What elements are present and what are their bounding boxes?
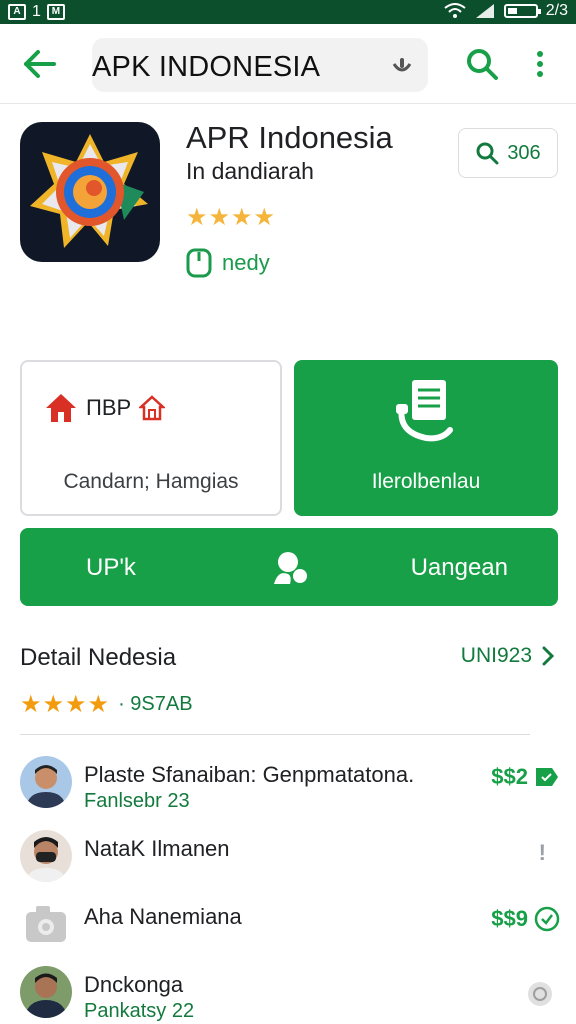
review-action[interactable]: $$2 xyxy=(491,764,560,790)
review-name: NataK Ilmanen xyxy=(84,836,230,861)
card-brand-text: ΠΒΡ xyxy=(86,395,132,420)
details-stars: ★★★★ xyxy=(20,691,111,718)
install-button[interactable]: UP'k Uangean xyxy=(20,528,558,606)
review-action[interactable]: $$9 xyxy=(491,906,560,932)
avatar xyxy=(20,756,72,808)
more-vert-icon[interactable] xyxy=(526,46,554,82)
status-right: 2/3 xyxy=(444,2,568,20)
review-item[interactable]: NataK Ilmanen ! xyxy=(20,830,560,890)
details-link[interactable]: UNI923 xyxy=(461,644,554,668)
app-icon xyxy=(20,122,160,262)
review-date: Fanlsebr 23 xyxy=(84,790,190,812)
install-right-label: Uangean xyxy=(410,554,508,581)
avatar xyxy=(20,830,72,882)
review-item[interactable]: Aha Nanemiana $$9 xyxy=(20,898,560,958)
status-bar: A 1 M 2/3 xyxy=(0,0,576,24)
search-field[interactable]: APK INDONESIA xyxy=(92,38,428,92)
review-name: Aha Nanemiana xyxy=(84,904,242,929)
action-card[interactable]: Ilerolbenlau xyxy=(294,360,558,516)
search-query: APK INDONESIA xyxy=(92,51,321,83)
search-icon[interactable] xyxy=(462,46,502,82)
avatar xyxy=(20,966,72,1018)
person-avatar xyxy=(20,830,72,882)
wifi-icon xyxy=(444,3,466,18)
ready-text: nedy xyxy=(222,250,270,275)
document-phone-icon xyxy=(396,380,453,442)
divider xyxy=(20,734,530,735)
battery-level xyxy=(507,8,517,14)
info-card[interactable]: ΠΒΡ Candarn; Hamgias xyxy=(20,360,282,516)
circle-icon xyxy=(528,982,552,1006)
alert-icon: ! xyxy=(538,840,546,865)
review-date: Pankatsy 22 xyxy=(84,1000,195,1022)
details-rating: ★★★★ · 9S7AB xyxy=(20,690,193,719)
camera-placeholder-icon xyxy=(26,906,66,942)
check-circle-icon xyxy=(534,906,560,932)
review-item[interactable]: Plaste Sfanaiban: Genpmatatona. Fanlsebr… xyxy=(20,756,560,816)
home-icon xyxy=(46,394,76,422)
device-icon xyxy=(186,248,212,278)
back-button[interactable] xyxy=(20,46,60,82)
app-logo xyxy=(30,134,148,248)
size-button[interactable]: 306 xyxy=(458,128,558,178)
details-title: Detail Nedesia xyxy=(20,644,177,671)
status-count: 1 xyxy=(32,3,41,20)
review-name: Plaste Sfanaiban: Genpmatatona. xyxy=(84,762,415,787)
mic-icon[interactable] xyxy=(390,54,414,78)
status-left: A 1 M xyxy=(8,3,65,21)
size-label: 306 xyxy=(507,141,541,164)
review-action[interactable]: ! xyxy=(539,840,546,866)
chevron-right-icon xyxy=(542,646,554,666)
arrow-left-icon xyxy=(24,50,56,78)
home-outline-icon xyxy=(139,395,166,421)
review-item[interactable]: Dnckonga Pankatsy 22 xyxy=(20,966,560,1024)
notification-icon: A xyxy=(8,4,26,20)
person-avatar xyxy=(20,756,72,808)
card-left-caption: Candarn; Hamgias xyxy=(63,470,239,493)
details-rating-count: · 9S7AB xyxy=(118,693,193,715)
card-right-caption: Ilerolbenlau xyxy=(371,470,481,493)
search-icon xyxy=(476,142,499,165)
review-action-label: $$9 xyxy=(491,906,528,931)
review-action[interactable] xyxy=(526,980,554,1008)
review-name: Dnckonga xyxy=(84,972,184,997)
app-bar: APK INDONESIA xyxy=(0,24,576,104)
details-link-label: UNI923 xyxy=(460,644,532,667)
card-brand: ΠΒΡ xyxy=(44,392,166,424)
users-icon xyxy=(274,552,307,584)
avatar xyxy=(20,898,72,950)
ready-indicator: nedy xyxy=(186,248,270,278)
app-title: APR Indonesia xyxy=(186,120,393,155)
signal-icon xyxy=(475,4,494,18)
mail-icon: M xyxy=(46,4,65,20)
status-time: 2/3 xyxy=(545,2,568,19)
review-action-label: $$2 xyxy=(491,764,528,789)
app-rating-stars: ★★★★ xyxy=(186,204,277,231)
flag-icon xyxy=(536,768,558,786)
person-avatar xyxy=(20,966,72,1018)
install-left-label: UP'k xyxy=(86,554,136,581)
battery-icon xyxy=(503,4,541,18)
app-developer: In dandiarah xyxy=(186,158,314,184)
